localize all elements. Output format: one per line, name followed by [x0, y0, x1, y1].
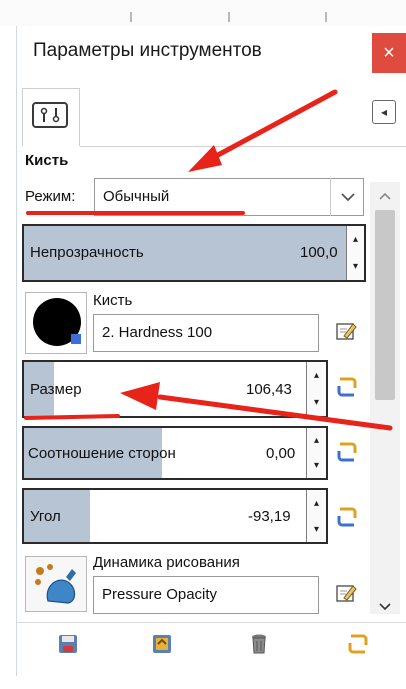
spin-down-icon[interactable]: ▾ [347, 253, 364, 280]
size-spin-buttons[interactable]: ▴ ▾ [306, 362, 326, 416]
reset-icon[interactable] [346, 632, 370, 656]
aspect-ratio-label: Соотношение сторон [28, 445, 176, 462]
scroll-down-icon[interactable] [374, 596, 396, 616]
window-top-strip [0, 0, 406, 26]
spin-down-icon[interactable]: ▾ [307, 453, 326, 478]
size-label: Размер [30, 381, 82, 398]
brush-label: Кисть [93, 292, 133, 309]
chevron-down-icon[interactable] [330, 178, 364, 216]
section-title: Кисть [25, 152, 69, 169]
triangle-left-icon: ◂ [380, 105, 388, 119]
delete-preset-icon[interactable] [247, 632, 271, 656]
mode-value: Обычный [103, 188, 170, 205]
close-icon: × [383, 41, 395, 64]
scroll-up-icon[interactable] [374, 186, 396, 206]
edit-icon[interactable] [335, 320, 357, 342]
angle-value: -93,19 [248, 508, 291, 525]
link-icon[interactable] [335, 375, 359, 399]
dynamics-label: Динамика рисования [93, 554, 240, 571]
spin-up-icon[interactable]: ▴ [307, 362, 326, 389]
ruler-tick [325, 12, 327, 22]
toolbar-divider [16, 622, 406, 623]
spin-down-icon[interactable]: ▾ [307, 389, 326, 416]
tool-options-icon [32, 102, 68, 128]
ruler-tick [130, 12, 132, 22]
brush-name: 2. Hardness 100 [102, 324, 213, 341]
aspect-ratio-value: 0,00 [266, 445, 296, 462]
spin-up-icon[interactable]: ▴ [347, 226, 364, 253]
aspect-ratio-spin-buttons[interactable]: ▴ ▾ [306, 428, 326, 478]
link-icon[interactable] [335, 505, 359, 529]
scrollbar-thumb[interactable] [375, 210, 395, 400]
paint-dynamics-icon [35, 564, 76, 604]
size-value: 106,43 [246, 381, 292, 398]
brush-type-marker [71, 334, 81, 344]
opacity-label: Непрозрачность [30, 244, 144, 261]
panel-menu-button[interactable]: ◂ [372, 100, 396, 124]
opacity-spin-buttons[interactable]: ▴ ▾ [346, 226, 364, 280]
edit-icon[interactable] [335, 582, 357, 604]
angle-spin-buttons[interactable]: ▴ ▾ [306, 490, 326, 542]
spin-down-icon[interactable]: ▾ [307, 516, 326, 542]
spin-up-icon[interactable]: ▴ [307, 428, 326, 453]
save-preset-icon[interactable] [56, 632, 80, 656]
link-icon[interactable] [335, 440, 359, 464]
angle-label: Угол [30, 508, 61, 525]
ruler-tick [228, 12, 230, 22]
opacity-value: 100,0 [300, 244, 338, 261]
tab-divider [80, 146, 406, 147]
mode-label: Режим: [25, 188, 76, 205]
spin-up-icon[interactable]: ▴ [307, 490, 326, 516]
close-button[interactable]: × [372, 33, 406, 73]
dynamics-name: Pressure Opacity [102, 586, 218, 603]
restore-preset-icon[interactable] [150, 632, 174, 656]
dynamics-preview[interactable] [25, 556, 87, 612]
panel-title: Параметры инструментов [33, 40, 262, 61]
